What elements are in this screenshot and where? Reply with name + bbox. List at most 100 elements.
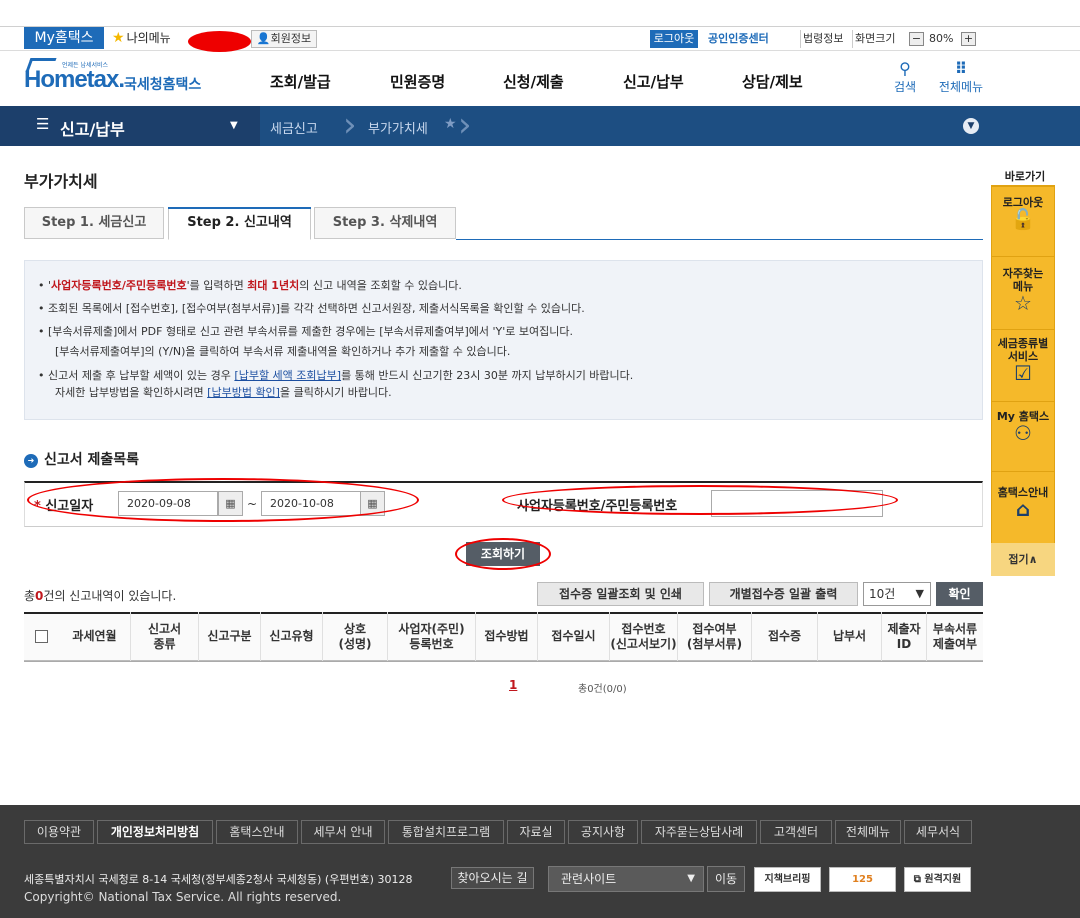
remote-icon: ⧉ bbox=[913, 874, 925, 885]
col-header: 상호 (성명) bbox=[322, 612, 387, 661]
nav-menu-dropdown[interactable]: ☰ 신고/납부 ▼ bbox=[0, 106, 260, 146]
page-total: 총0건(0/0) bbox=[578, 684, 627, 695]
tab-step1[interactable]: Step 1. 세금신고 bbox=[24, 207, 164, 239]
col-header: 사업자(주민) 등록번호 bbox=[387, 612, 475, 661]
top-divider bbox=[0, 50, 1080, 51]
footer-customer[interactable]: 고객센터 bbox=[760, 820, 832, 844]
hometax-logo[interactable]: 언제든 납세서비스 Hometax. 국세청홈택스 bbox=[24, 58, 214, 100]
gnb-application[interactable]: 신청/제출 bbox=[503, 70, 564, 94]
page-link-1[interactable]: 1 bbox=[509, 678, 517, 692]
info-line-1: • '사업자등록번호/주민등록번호'를 입력하면 최대 1년치의 신고 내역을 … bbox=[38, 279, 462, 292]
annotation-circle bbox=[455, 538, 551, 570]
col-header: 신고유형 bbox=[260, 612, 322, 661]
nav-expand-icon[interactable]: ▼ bbox=[963, 118, 979, 134]
select-all-checkbox[interactable] bbox=[35, 630, 48, 643]
lock-icon: 🔓 bbox=[1010, 207, 1036, 231]
quick-fold-button[interactable]: 접기∧ bbox=[991, 543, 1055, 576]
related-site-select[interactable]: 관련사이트 ▼ bbox=[548, 866, 704, 892]
footer-install[interactable]: 통합설치프로그램 bbox=[388, 820, 504, 844]
individual-print-button[interactable]: 개별접수증 일괄 출력 bbox=[709, 582, 858, 606]
gnb-filing[interactable]: 신고/납부 bbox=[623, 70, 684, 94]
header-search-button[interactable]: ⚲ 검색 bbox=[888, 60, 922, 100]
tab-step3[interactable]: Step 3. 삭제내역 bbox=[314, 207, 456, 239]
confirm-button[interactable]: 확인 bbox=[936, 582, 983, 606]
gnb-inquiry[interactable]: 조회/발급 bbox=[270, 70, 331, 94]
footer-privacy[interactable]: 개인정보처리방침 bbox=[97, 820, 213, 844]
hamburger-icon: ☰ bbox=[36, 115, 50, 133]
info-text: 조회된 목록에서 [접수번호], [접수여부(첨부서류)]를 각각 선택하면 신… bbox=[48, 302, 585, 315]
remote-label: 원격지원 bbox=[924, 874, 962, 885]
page-size-select[interactable]: 10건 ▼ bbox=[863, 582, 931, 606]
member-info-label: 회원정보 bbox=[270, 32, 312, 45]
remote-support-banner[interactable]: ⧉ 원격지원 bbox=[904, 867, 971, 892]
table-bottom-border bbox=[24, 661, 983, 662]
mymenu-label: 나의메뉴 bbox=[126, 31, 171, 45]
breadcrumb-vat[interactable]: 부가가치세 bbox=[368, 118, 428, 137]
col-header: 접수번호 (신고서보기) bbox=[609, 612, 677, 661]
footer-taxoffice[interactable]: 세무서 안내 bbox=[301, 820, 385, 844]
info-text: '를 입력하면 bbox=[186, 279, 248, 292]
info-text: 자세한 납부방법을 확인하시려면 bbox=[55, 386, 208, 399]
report-125-banner[interactable]: 125 bbox=[829, 867, 896, 892]
quick-my-hometax[interactable]: My 홈택스 ⚇ bbox=[991, 401, 1055, 471]
laws-link[interactable]: 법령정보 bbox=[800, 30, 843, 48]
logout-button[interactable]: 로그아웃 bbox=[650, 30, 698, 48]
info-text: [부속서류제출]에서 PDF 형태로 신고 관련 부속서류를 제출한 경우에는 … bbox=[48, 325, 573, 338]
quick-hometax-guide[interactable]: 홈택스안내 ⌂ bbox=[991, 471, 1055, 541]
quick-favorites[interactable]: 자주찾는 메뉴 ☆ bbox=[991, 256, 1055, 329]
info-text: 을 클릭하시기 바랍니다. bbox=[279, 386, 392, 399]
screen-size-label: 화면크기 bbox=[852, 30, 895, 48]
batch-print-button[interactable]: 접수증 일괄조회 및 인쇄 bbox=[537, 582, 704, 606]
footer-faq[interactable]: 자주묻는상담사례 bbox=[641, 820, 757, 844]
house-icon: ⌂ bbox=[1015, 497, 1031, 521]
quick-logout[interactable]: 로그아웃 🔓 bbox=[991, 186, 1055, 256]
find-way-button[interactable]: 찾아오시는 길 bbox=[451, 867, 534, 889]
footer-forms[interactable]: 세무서식 bbox=[904, 820, 972, 844]
col-header: 접수증 bbox=[751, 612, 817, 661]
quick-label: 세금종류별 서비스 bbox=[997, 337, 1049, 363]
header-allmenu-button[interactable]: ⠿ 전체메뉴 bbox=[934, 60, 988, 100]
zoom-out-button[interactable]: − bbox=[909, 32, 924, 46]
logo-text: Hometax. bbox=[24, 66, 125, 93]
tab-step2[interactable]: Step 2. 신고내역 bbox=[168, 207, 311, 240]
favorite-star-icon[interactable]: ★ bbox=[444, 116, 457, 132]
footer-notice[interactable]: 공지사항 bbox=[568, 820, 638, 844]
quick-menu-title: 바로가기 bbox=[1004, 170, 1046, 183]
user-icon: 👤 bbox=[256, 32, 271, 45]
gnb-consult[interactable]: 상담/제보 bbox=[742, 70, 803, 94]
search-label: 검색 bbox=[893, 80, 917, 94]
footer-guide[interactable]: 홈택스안내 bbox=[216, 820, 298, 844]
footer-allmenu[interactable]: 전체메뉴 bbox=[835, 820, 901, 844]
payment-method-link[interactable]: [납부방법 확인] bbox=[207, 386, 280, 399]
count-text: 총 bbox=[24, 589, 36, 603]
count-text: 건의 신고내역이 있습니다. bbox=[43, 589, 177, 603]
info-line-4: • 신고서 제출 후 납부할 세액이 있는 경우 [납부할 세액 조회납부]를 … bbox=[38, 369, 634, 382]
tax-payment-link[interactable]: [납부할 세액 조회납부] bbox=[234, 369, 341, 382]
arrow-circle-icon: ➜ bbox=[24, 454, 38, 468]
info-text: 의 신고 내역을 조회할 수 있습니다. bbox=[299, 279, 462, 292]
breadcrumb-tax-filing[interactable]: 세금신고 bbox=[270, 118, 318, 137]
info-line-3: • [부속서류제출]에서 PDF 형태로 신고 관련 부속서류를 제출한 경우에… bbox=[38, 325, 573, 338]
breadcrumb-separator-icon: › bbox=[458, 105, 472, 145]
search-icon: ⚲ bbox=[899, 59, 911, 78]
policy-briefing-banner[interactable]: 지책브리핑 bbox=[754, 867, 821, 892]
star-icon: ★ bbox=[112, 30, 125, 46]
cert-center-link[interactable]: 공인인증센터 bbox=[708, 30, 784, 48]
info-line-3b: [부속서류제출여부]의 (Y/N)을 클릭하여 부속서류 제출내역을 확인하거나… bbox=[55, 345, 511, 358]
nav-menu-label: 신고/납부 bbox=[60, 120, 125, 139]
gnb-certificate[interactable]: 민원증명 bbox=[390, 70, 445, 94]
footer-archive[interactable]: 자료실 bbox=[507, 820, 565, 844]
quick-label: 자주찾는 메뉴 bbox=[1002, 267, 1044, 293]
mymenu-button[interactable]: ★ 나의메뉴 bbox=[106, 27, 184, 49]
col-header: 신고서 종류 bbox=[130, 612, 198, 661]
go-button[interactable]: 이동 bbox=[707, 866, 745, 892]
related-site-value: 관련사이트 bbox=[561, 872, 617, 886]
annotation-circle bbox=[27, 478, 419, 522]
myhome-button[interactable]: My홈택스 bbox=[24, 27, 104, 49]
member-info-button[interactable]: 👤회원정보 bbox=[251, 30, 317, 48]
quick-tax-services[interactable]: 세금종류별 서비스 ☑ bbox=[991, 329, 1055, 401]
chevron-down-icon: ▼ bbox=[915, 587, 924, 600]
footer-terms[interactable]: 이용약관 bbox=[24, 820, 94, 844]
zoom-in-button[interactable]: + bbox=[961, 32, 976, 46]
result-count: 총0건의 신고내역이 있습니다. bbox=[24, 587, 176, 604]
